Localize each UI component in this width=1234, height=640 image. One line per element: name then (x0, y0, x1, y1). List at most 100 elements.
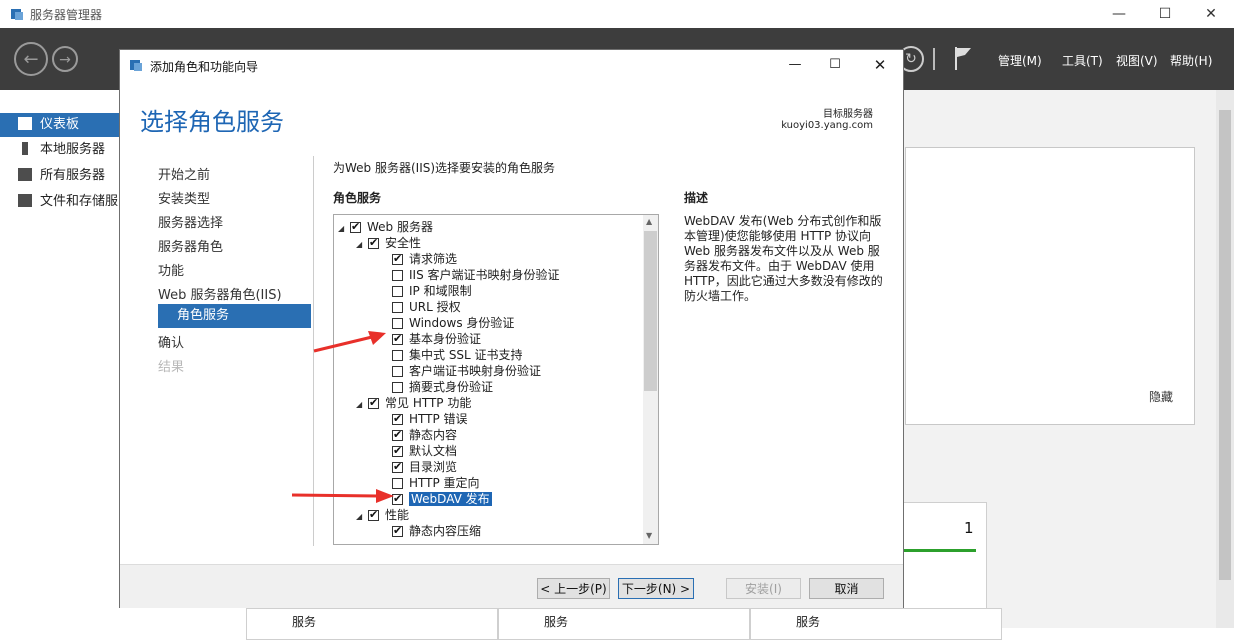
checkbox[interactable] (392, 270, 403, 281)
tree-node-central-ssl[interactable]: 集中式 SSL 证书支持 (392, 347, 523, 363)
wizard-header: 选择角色服务 目标服务器 kuoyi03.yang.com (120, 80, 903, 152)
tree-node-iis-client-cert[interactable]: IIS 客户端证书映射身份验证 (392, 267, 560, 283)
target-server-name: kuoyi03.yang.com (781, 120, 873, 131)
checkbox[interactable] (392, 251, 403, 267)
step-features[interactable]: 功能 (158, 260, 184, 279)
forward-button[interactable]: → (52, 46, 78, 72)
checkbox[interactable] (392, 411, 403, 427)
server-manager-titlebar: 服务器管理器 — ☐ ✕ (0, 0, 1234, 28)
step-server-selection[interactable]: 服务器选择 (158, 212, 223, 231)
notifications-flag-icon[interactable] (952, 45, 974, 71)
tree-node-webdav[interactable]: WebDAV 发布 (392, 491, 492, 507)
checkbox[interactable] (392, 443, 403, 459)
annotation-arrow-icon (313, 331, 386, 353)
dialog-minimize-button[interactable]: — (780, 53, 810, 77)
tree-node-common-http[interactable]: ◢常见 HTTP 功能 (356, 395, 471, 411)
checkbox[interactable] (392, 331, 403, 347)
menu-tools[interactable]: 工具(T) (1062, 52, 1103, 69)
sidebar-item-local-server[interactable]: 本地服务器 (0, 138, 120, 162)
tree-node-http-errors[interactable]: HTTP 错误 (392, 411, 468, 427)
checkbox[interactable] (392, 427, 403, 443)
sidebar-item-all-servers[interactable]: 所有服务器 (0, 164, 120, 188)
step-results: 结果 (158, 360, 185, 375)
checkbox[interactable] (392, 523, 403, 539)
menu-view[interactable]: 视图(V) (1116, 52, 1158, 69)
wizard-icon (130, 60, 142, 71)
step-confirmation[interactable]: 确认 (158, 332, 184, 351)
annotation-arrow-icon (291, 489, 394, 503)
welcome-panel: 隐藏 (905, 147, 1195, 425)
checkbox[interactable] (392, 459, 403, 475)
dialog-title: 添加角色和功能向导 (150, 60, 259, 74)
expand-icon[interactable]: ◢ (356, 509, 368, 525)
bottom-tile-1[interactable]: 服务 (246, 608, 498, 640)
description-text: WebDAV 发布(Web 分布式创作和版本管理)使您能够使用 HTTP 协议向… (684, 214, 883, 303)
sidebar-item-dashboard[interactable]: 仪表板 (0, 113, 120, 137)
tree-scrollbar-thumb[interactable] (644, 231, 657, 391)
scroll-up-icon[interactable]: ▲ (646, 217, 652, 226)
checkbox[interactable] (350, 219, 361, 235)
server-manager-title: 服务器管理器 (30, 8, 103, 22)
close-button[interactable]: ✕ (1188, 0, 1234, 28)
tree-node-client-cert[interactable]: 客户端证书映射身份验证 (392, 363, 541, 379)
tree-node-performance[interactable]: ◢性能 (356, 507, 409, 523)
tree-node-directory-browsing[interactable]: 目录浏览 (392, 459, 457, 475)
step-role-services[interactable]: 角色服务 (158, 304, 311, 328)
server-manager-icon (11, 9, 23, 20)
step-web-server-role[interactable]: Web 服务器角色(IIS) (158, 284, 282, 303)
main-scrollbar[interactable] (1216, 90, 1234, 628)
tree-node-default-document[interactable]: 默认文档 (392, 443, 457, 459)
expand-icon[interactable]: ◢ (356, 237, 368, 253)
back-button[interactable]: ← (14, 42, 48, 76)
step-installation-type[interactable]: 安装类型 (158, 188, 210, 207)
tree-node-request-filtering[interactable]: 请求筛选 (392, 251, 457, 267)
tree-node-basic-auth[interactable]: 基本身份验证 (392, 331, 481, 347)
tree-node-http-redirect[interactable]: HTTP 重定向 (392, 475, 480, 491)
role-services-header: 角色服务 (333, 191, 382, 205)
dialog-close-button[interactable]: ✕ (865, 53, 895, 77)
scrollbar-thumb[interactable] (1219, 110, 1231, 580)
tree-node-web-server[interactable]: ◢Web 服务器 (338, 219, 433, 235)
tree-node-windows-auth[interactable]: Windows 身份验证 (392, 315, 514, 331)
sidebar-item-file-storage[interactable]: 文件和存储服 (0, 190, 120, 214)
menu-manage[interactable]: 管理(M) (998, 52, 1042, 69)
checkbox[interactable] (392, 350, 403, 361)
hide-link[interactable]: 隐藏 (1149, 388, 1173, 405)
tree-node-url-auth[interactable]: URL 授权 (392, 299, 461, 315)
checkbox[interactable] (392, 382, 403, 393)
checkbox[interactable] (392, 318, 403, 329)
checkbox[interactable] (392, 366, 403, 377)
bottom-tile-3[interactable]: 服务 (750, 608, 1002, 640)
cancel-button[interactable]: 取消 (809, 578, 884, 599)
tree-node-ip-domain[interactable]: IP 和域限制 (392, 283, 472, 299)
checkbox[interactable] (368, 395, 379, 411)
expand-icon[interactable]: ◢ (338, 221, 350, 237)
dialog-maximize-button[interactable]: ☐ (820, 53, 850, 77)
checkbox[interactable] (392, 286, 403, 297)
tree-node-digest-auth[interactable]: 摘要式身份验证 (392, 379, 493, 395)
tree-node-static-compression[interactable]: 静态内容压缩 (392, 523, 481, 539)
server-manager-sidebar: 仪表板 本地服务器 所有服务器 文件和存储服 (0, 90, 120, 628)
page-title: 选择角色服务 (140, 108, 284, 136)
expand-icon[interactable]: ◢ (356, 397, 368, 413)
previous-button[interactable]: < 上一步(P) (537, 578, 610, 599)
scroll-down-icon[interactable]: ▼ (646, 531, 652, 540)
menu-help[interactable]: 帮助(H) (1170, 52, 1212, 69)
server-icon (22, 142, 28, 155)
toolbar-divider (933, 48, 935, 70)
tree-node-security[interactable]: ◢安全性 (356, 235, 421, 251)
bottom-tile-2[interactable]: 服务 (498, 608, 750, 640)
checkbox[interactable] (368, 507, 379, 523)
step-before-you-begin[interactable]: 开始之前 (158, 164, 210, 183)
tile-count: 1 (964, 519, 974, 537)
servers-icon (18, 168, 32, 181)
step-server-roles[interactable]: 服务器角色 (158, 236, 223, 255)
next-button[interactable]: 下一步(N) > (618, 578, 694, 599)
maximize-button[interactable]: ☐ (1142, 0, 1188, 28)
minimize-button[interactable]: — (1096, 0, 1142, 28)
checkbox[interactable] (392, 302, 403, 313)
checkbox[interactable] (368, 235, 379, 251)
tree-node-static-content[interactable]: 静态内容 (392, 427, 457, 443)
wizard-footer: < 上一步(P) 下一步(N) > 安装(I) 取消 (120, 564, 903, 608)
storage-icon (18, 194, 32, 207)
